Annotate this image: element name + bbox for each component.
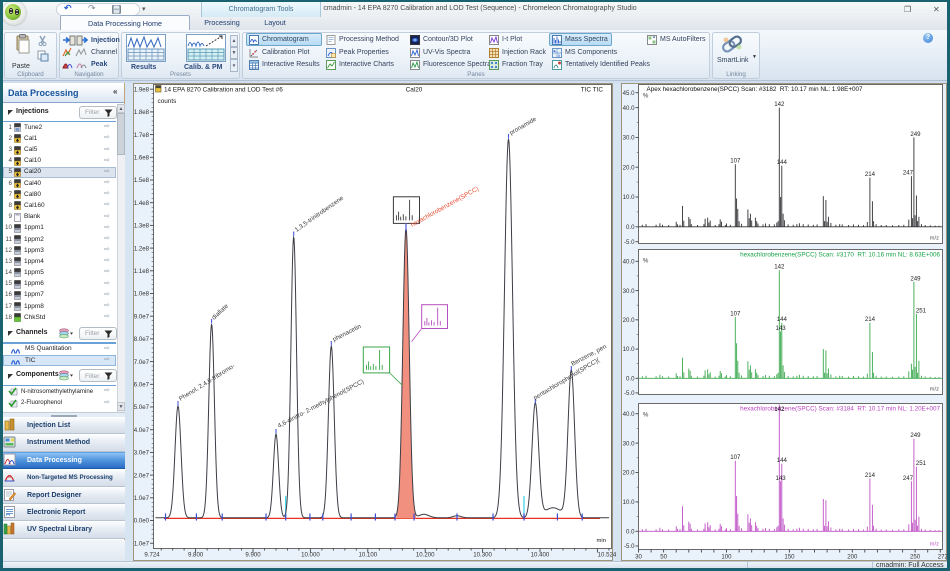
svg-text:counts: counts <box>158 98 177 105</box>
svg-text:0.0: 0.0 <box>626 224 635 231</box>
svg-text:9.724: 9.724 <box>144 552 160 559</box>
svg-text:107: 107 <box>730 454 741 461</box>
svg-text:10.200: 10.200 <box>416 552 435 559</box>
svg-text:144: 144 <box>777 159 788 166</box>
svg-text:4.0e7: 4.0e7 <box>134 427 150 434</box>
svg-text:10.400: 10.400 <box>531 552 550 559</box>
svg-text:10.524: 10.524 <box>598 552 617 559</box>
svg-text:10.300: 10.300 <box>473 552 492 559</box>
svg-text:30: 30 <box>635 554 642 561</box>
svg-text:214: 214 <box>865 472 876 479</box>
svg-text:-5.0: -5.0 <box>624 390 635 397</box>
svg-text:1.2e8: 1.2e8 <box>134 245 150 252</box>
svg-text:3.0e7: 3.0e7 <box>134 450 150 457</box>
svg-text:45.0: 45.0 <box>623 90 635 97</box>
svg-text:144: 144 <box>777 457 788 464</box>
svg-text:14 EPA 8270 Calibration and LO: 14 EPA 8270 Calibration and LOD Test #6 <box>164 87 283 94</box>
svg-text:1.3e8: 1.3e8 <box>134 223 150 230</box>
svg-text:9.900: 9.900 <box>245 552 261 559</box>
svg-text:8.0e7: 8.0e7 <box>134 336 150 343</box>
svg-text:m/z: m/z <box>930 236 939 242</box>
svg-text:10.100: 10.100 <box>358 552 377 559</box>
svg-text:-1.0e7: -1.0e7 <box>133 540 150 547</box>
svg-text:247: 247 <box>903 170 914 177</box>
svg-text:10.0: 10.0 <box>623 499 635 506</box>
svg-text:%: % <box>643 94 649 100</box>
svg-text:10.0: 10.0 <box>623 194 635 201</box>
svg-text:0.0: 0.0 <box>626 529 635 536</box>
svg-text:1.9e8: 1.9e8 <box>134 86 150 93</box>
svg-text:Cal20: Cal20 <box>406 87 423 94</box>
svg-text:143: 143 <box>776 475 787 482</box>
svg-text:m/z: m/z <box>930 542 939 548</box>
svg-text:30.0: 30.0 <box>623 135 635 142</box>
svg-text:1.0e8: 1.0e8 <box>134 291 150 298</box>
svg-text:0.0e0: 0.0e0 <box>134 518 150 525</box>
svg-text:min: min <box>597 538 607 544</box>
svg-text:1.7e8: 1.7e8 <box>134 132 150 139</box>
svg-text:249: 249 <box>910 432 921 439</box>
svg-text:250: 250 <box>910 554 921 561</box>
svg-text:6.0e7: 6.0e7 <box>134 382 150 389</box>
svg-text:-5.0: -5.0 <box>624 239 635 246</box>
svg-text:20.0: 20.0 <box>623 317 635 324</box>
svg-text:%: % <box>643 413 649 419</box>
svg-text:100: 100 <box>721 554 732 561</box>
svg-text:1.4e8: 1.4e8 <box>134 200 150 207</box>
svg-text:272: 272 <box>938 554 947 561</box>
svg-text:214: 214 <box>865 171 876 178</box>
svg-text:144: 144 <box>777 316 788 323</box>
svg-text:10.000: 10.000 <box>301 552 320 559</box>
svg-text:1.1e8: 1.1e8 <box>134 268 150 275</box>
svg-text:7.0e7: 7.0e7 <box>134 359 150 366</box>
svg-text:20.0: 20.0 <box>623 470 635 477</box>
svg-text:hexachlorobenzene(SPCC) Scan:: hexachlorobenzene(SPCC) Scan: #3184 RT: … <box>740 406 940 413</box>
svg-text:1.8e8: 1.8e8 <box>134 109 150 116</box>
svg-text:142: 142 <box>774 406 785 413</box>
svg-text:200: 200 <box>847 554 858 561</box>
svg-text:hexachlorobenzene(SPCC) Scan:: hexachlorobenzene(SPCC) Scan: #3170 RT: … <box>740 252 940 259</box>
svg-text:9.0e7: 9.0e7 <box>134 313 150 320</box>
svg-text:40.0: 40.0 <box>623 411 635 418</box>
svg-text:107: 107 <box>730 158 741 165</box>
svg-text:249: 249 <box>910 131 921 138</box>
svg-text:150: 150 <box>784 554 795 561</box>
svg-text:2.0e7: 2.0e7 <box>134 472 150 479</box>
svg-text:50: 50 <box>660 554 667 561</box>
svg-text:251: 251 <box>916 460 927 467</box>
svg-text:-5.0: -5.0 <box>624 543 635 550</box>
svg-text:Apex hexachlorobenzene(SPCC) S: Apex hexachlorobenzene(SPCC) Scan: #3182… <box>647 86 864 93</box>
svg-text:m/z: m/z <box>930 387 939 393</box>
svg-text:1.6e8: 1.6e8 <box>134 155 150 162</box>
svg-text:TIC TIC: TIC TIC <box>581 87 604 94</box>
svg-text:40.0: 40.0 <box>623 259 635 266</box>
svg-text:142: 142 <box>774 264 785 271</box>
svg-text:30.0: 30.0 <box>623 440 635 447</box>
svg-text:142: 142 <box>774 101 785 108</box>
svg-text:1.5e8: 1.5e8 <box>134 177 150 184</box>
svg-text:247: 247 <box>903 475 914 482</box>
svg-text:251: 251 <box>916 308 927 315</box>
svg-text:5.0e7: 5.0e7 <box>134 404 150 411</box>
svg-text:214: 214 <box>865 316 876 323</box>
svg-text:107: 107 <box>730 310 741 317</box>
svg-text:40.0: 40.0 <box>623 105 635 112</box>
svg-text:0.0: 0.0 <box>626 376 635 383</box>
svg-text:9.800: 9.800 <box>188 552 204 559</box>
svg-text:%: % <box>643 259 649 265</box>
svg-text:10.0: 10.0 <box>623 346 635 353</box>
svg-text:249: 249 <box>910 275 921 282</box>
svg-text:20.0: 20.0 <box>623 164 635 171</box>
svg-text:143: 143 <box>776 325 787 332</box>
svg-text:30.0: 30.0 <box>623 288 635 295</box>
svg-text:1.0e7: 1.0e7 <box>134 495 150 502</box>
